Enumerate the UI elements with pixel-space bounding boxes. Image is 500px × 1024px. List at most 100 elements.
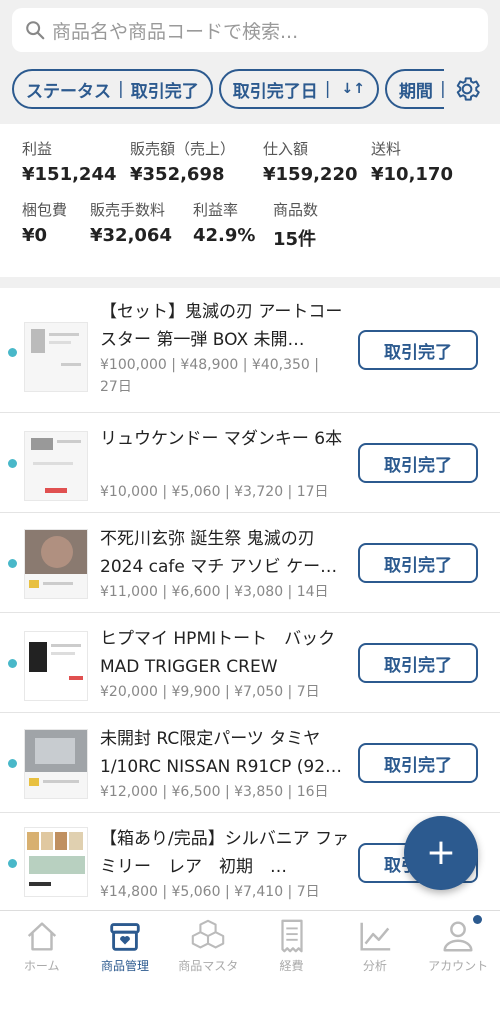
nav-item-account[interactable]: アカウント (416, 911, 499, 1024)
nav-item-products[interactable]: 商品管理 (83, 911, 166, 1024)
stat-label: 利益 (22, 140, 53, 158)
stat-value: ¥352,698 (130, 164, 225, 185)
sales-summary: 利益 ¥151,244 販売額（売上） ¥352,698 仕入額 ¥159,22… (0, 124, 500, 277)
item-thumbnail (24, 322, 88, 392)
chart-icon (360, 922, 391, 951)
unread-dot (8, 759, 17, 768)
header-area: 商品名や商品コードで検索... ステータス | 取引完了 取引完了日 | ↓↑ … (0, 0, 500, 124)
item-title: 未開封 RC限定パーツ タミヤ 1/10RC NISSAN R91CP (92… (100, 729, 343, 777)
nav-item-home[interactable]: ホーム (0, 911, 83, 1024)
stat-value: 15件 (273, 229, 317, 250)
list-item[interactable]: 未開封 RC限定パーツ タミヤ 1/10RC NISSAN R91CP (92…… (0, 713, 500, 813)
summary-row: 梱包費 ¥0 販売手数料 ¥32,064 利益率 42.9% 商品数 15件 (22, 199, 478, 251)
item-thumbnail (24, 431, 88, 501)
filter-status-chip[interactable]: ステータス | 取引完了 (12, 69, 213, 109)
nav-label: ホーム (23, 959, 60, 973)
item-info: 【セット】鬼滅の刃 アートコースター 第一弾 BOX 未開… ¥100,000 … (100, 298, 352, 398)
filter-status-label: ステータス (26, 81, 111, 102)
add-item-button[interactable]: + (404, 816, 478, 890)
nav-label: 経費 (279, 959, 304, 973)
item-thumbnail (24, 827, 88, 897)
item-thumbnail (24, 729, 88, 799)
item-thumbnail (24, 631, 88, 701)
sort-date-chip[interactable]: 取引完了日 | ↓↑ (218, 69, 379, 109)
unread-dot (8, 348, 17, 357)
stat-purchase: 仕入額 ¥159,220 (263, 138, 371, 185)
stat-value: ¥0 (22, 225, 48, 246)
filter-period-label: 期間 (398, 81, 433, 102)
nav-label: 商品マスタ (178, 959, 239, 973)
stat-profit: 利益 ¥151,244 (22, 138, 130, 185)
item-info: 【箱あり/完品】シルバニア ファミリー レア 初期 … ¥14,800 | ¥5… (100, 825, 352, 903)
stat-fee: 販売手数料 ¥32,064 (90, 199, 193, 251)
home-icon (27, 922, 56, 951)
summary-row: 利益 ¥151,244 販売額（売上） ¥352,698 仕入額 ¥159,22… (22, 138, 478, 185)
item-prices: ¥10,000 | ¥5,060 | ¥3,720 | 17日 (100, 484, 329, 500)
unread-dot (8, 559, 17, 568)
sort-date-label: 取引完了日 (232, 81, 318, 102)
item-prices: ¥12,000 | ¥6,500 | ¥3,850 | 16日 (100, 784, 329, 800)
stat-count: 商品数 15件 (273, 199, 318, 251)
filter-status-value: 取引完了 (130, 81, 199, 102)
stat-packing: 梱包費 ¥0 (22, 199, 90, 251)
sort-order-icon: ↓↑ (341, 81, 365, 97)
nav-label: 分析 (362, 959, 387, 973)
unread-dot (8, 459, 17, 468)
status-button[interactable]: 取引完了 (358, 330, 478, 370)
nav-label: アカウント (428, 959, 489, 973)
list-item[interactable]: リュウケンドー マダンキー 6本 ¥10,000 | ¥5,060 | ¥3,7… (0, 413, 500, 513)
box-icon (110, 923, 140, 951)
search-icon (26, 21, 45, 40)
stat-value: ¥151,244 (22, 164, 117, 185)
unread-dot (8, 859, 17, 868)
stat-sales: 販売額（売上） ¥352,698 (130, 138, 263, 185)
item-prices: ¥100,000 | ¥48,900 | ¥40,350 | (100, 357, 319, 373)
nav-item-master[interactable]: 商品マスタ (167, 911, 250, 1024)
chip-separator: | (118, 79, 124, 99)
plus-icon: + (425, 832, 457, 873)
nav-item-expenses[interactable]: 経費 (250, 911, 333, 1024)
item-title: リュウケンドー マダンキー 6本 (100, 429, 343, 449)
item-title: 【セット】鬼滅の刃 アートコースター 第一弾 BOX 未開… (100, 302, 343, 350)
item-info: 不死川玄弥 誕生祭 鬼滅の刃 2024 cafe マチ アソビ ケー… ¥11,… (100, 525, 352, 603)
search-bar[interactable]: 商品名や商品コードで検索... (12, 8, 488, 52)
list-item[interactable]: 【セット】鬼滅の刃 アートコースター 第一弾 BOX 未開… ¥100,000 … (0, 288, 500, 413)
item-info: リュウケンドー マダンキー 6本 ¥10,000 | ¥5,060 | ¥3,7… (100, 425, 352, 503)
item-info: 未開封 RC限定パーツ タミヤ 1/10RC NISSAN R91CP (92…… (100, 725, 352, 803)
stat-label: 販売手数料 (90, 201, 166, 219)
item-info: ヒプマイ HPMIトート バック MAD TRIGGER CREW ¥20,00… (100, 625, 352, 703)
stat-label: 販売額（売上） (130, 140, 236, 158)
receipt-icon (280, 919, 303, 953)
status-button[interactable]: 取引完了 (358, 743, 478, 783)
item-thumbnail (24, 529, 88, 599)
item-title: ヒプマイ HPMIトート バック MAD TRIGGER CREW (100, 629, 352, 677)
status-button[interactable]: 取引完了 (358, 543, 478, 583)
search-placeholder: 商品名や商品コードで検索... (52, 20, 299, 43)
stat-value: ¥159,220 (263, 164, 358, 185)
nav-label: 商品管理 (100, 959, 149, 973)
stat-label: 送料 (371, 140, 402, 158)
item-prices: ¥20,000 | ¥9,900 | ¥7,050 | 7日 (100, 684, 320, 700)
status-button[interactable]: 取引完了 (358, 643, 478, 683)
bottom-nav: ホーム 商品管理 商品マスタ 経費 分析 アカウント (0, 910, 500, 1024)
stat-value: ¥32,064 (90, 225, 172, 246)
item-days: 27日 (100, 379, 132, 395)
cubes-icon (191, 919, 225, 949)
nav-item-analytics[interactable]: 分析 (333, 911, 416, 1024)
list-item[interactable]: ヒプマイ HPMIトート バック MAD TRIGGER CREW ¥20,00… (0, 613, 500, 713)
item-title: 【箱あり/完品】シルバニア ファミリー レア 初期 … (100, 829, 350, 877)
stat-label: 梱包費 (22, 201, 68, 219)
stat-margin: 利益率 42.9% (193, 199, 273, 251)
status-button[interactable]: 取引完了 (358, 443, 478, 483)
item-title: 不死川玄弥 誕生祭 鬼滅の刃 2024 cafe マチ アソビ ケー… (100, 529, 338, 577)
stat-value: ¥10,170 (371, 164, 453, 185)
item-prices: ¥14,800 | ¥5,060 | ¥7,410 | 7日 (100, 884, 320, 900)
gear-icon (456, 77, 480, 101)
filter-bar: ステータス | 取引完了 取引完了日 | ↓↑ 期間 | (12, 69, 490, 109)
unread-dot (8, 659, 17, 668)
item-prices: ¥11,000 | ¥6,600 | ¥3,080 | 14日 (100, 584, 329, 600)
list-item[interactable]: 不死川玄弥 誕生祭 鬼滅の刃 2024 cafe マチ アソビ ケー… ¥11,… (0, 513, 500, 613)
stat-label: 仕入額 (263, 140, 309, 158)
settings-button[interactable] (444, 69, 490, 109)
notification-dot (472, 915, 482, 924)
